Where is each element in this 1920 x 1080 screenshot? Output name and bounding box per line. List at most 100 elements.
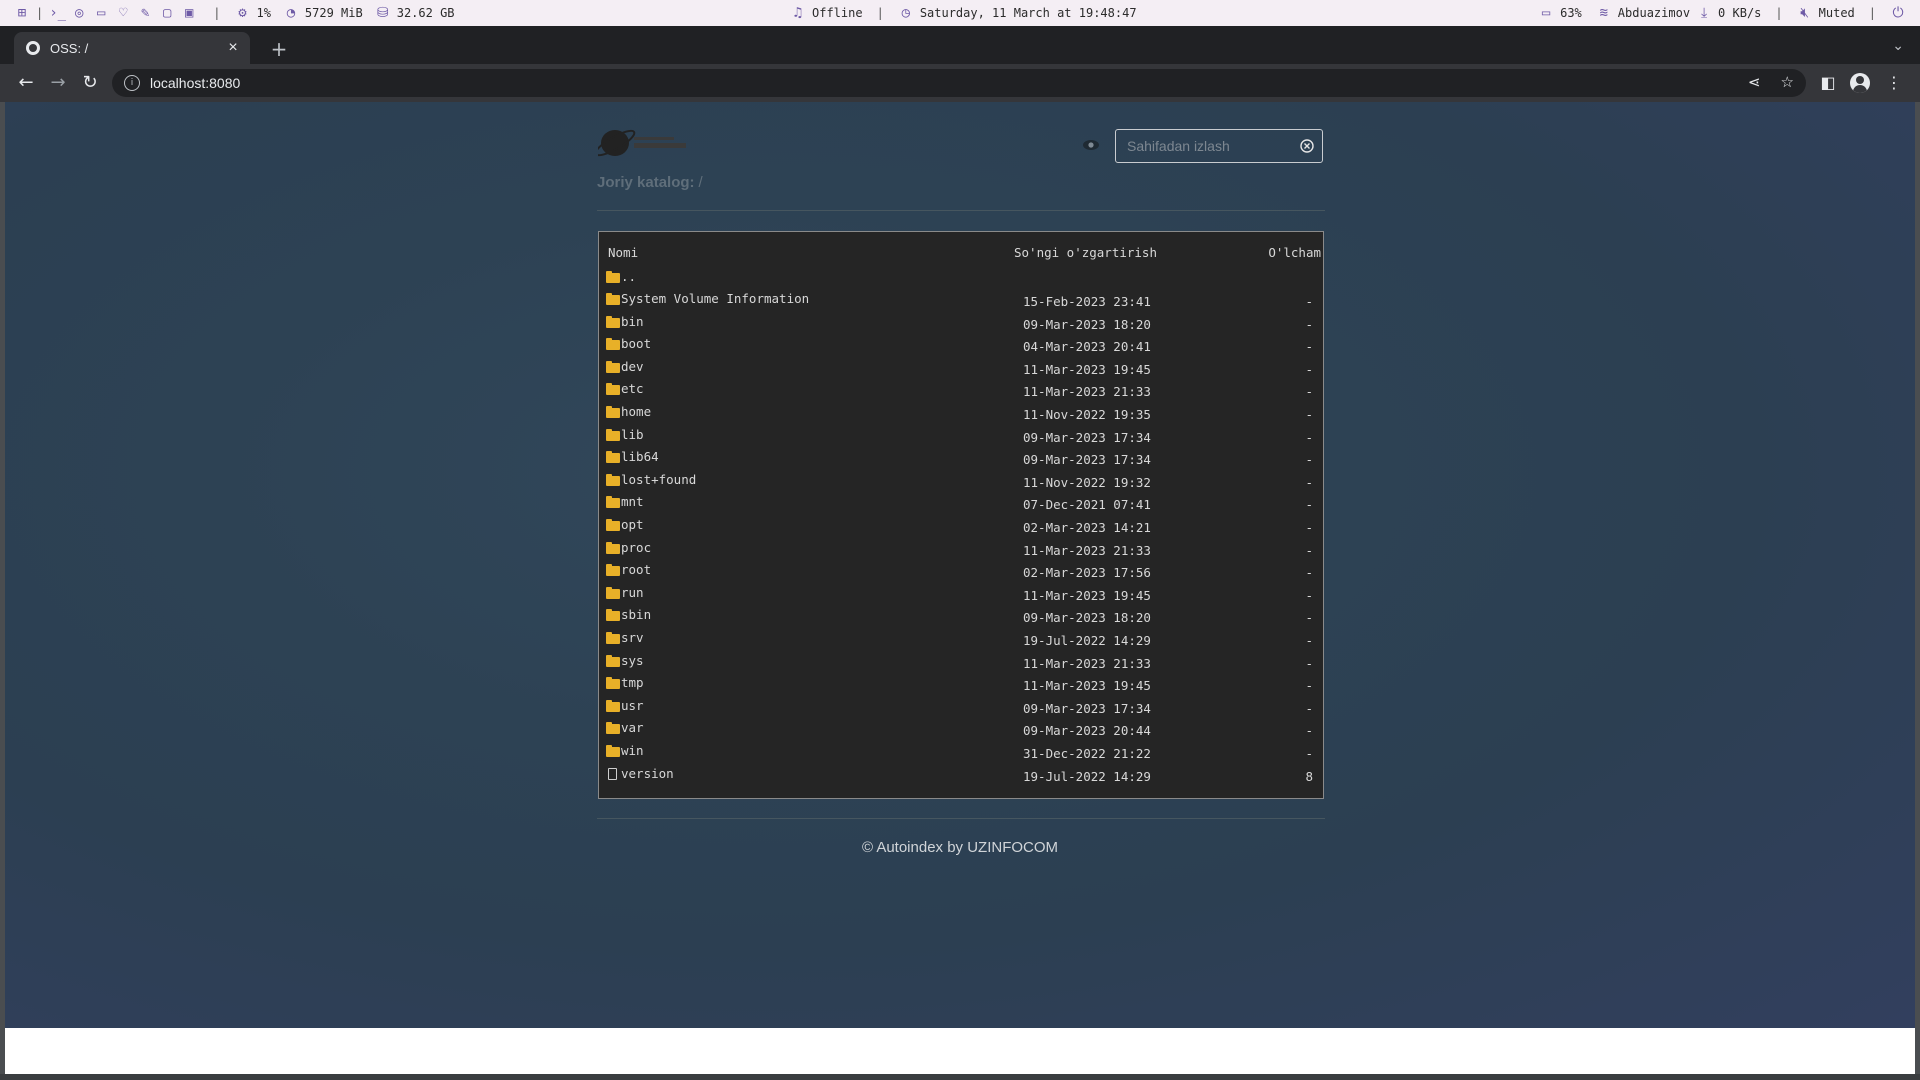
entry-name[interactable]: win	[621, 743, 644, 758]
folder-icon	[606, 564, 620, 577]
entry-name[interactable]: System Volume Information	[621, 291, 809, 306]
list-item[interactable]: lib 09-Mar-2023 17:34 -	[599, 425, 1323, 447]
entry-modified: 09-Mar-2023 17:34	[1023, 700, 1151, 716]
list-item[interactable]: lost+found 11-Nov-2022 19:32 -	[599, 470, 1323, 492]
volume-muted-icon[interactable]: 🔇︎	[1797, 5, 1813, 21]
list-item[interactable]: version 19-Jul-2022 14:29 8	[599, 764, 1323, 786]
editor-icon[interactable]: ✎	[137, 5, 153, 21]
tab-strip: OSS: / × + ⌄	[0, 26, 1920, 64]
list-item[interactable]: System Volume Information 15-Feb-2023 23:…	[599, 289, 1323, 311]
entry-name[interactable]: usr	[621, 698, 644, 713]
browser-tab[interactable]: OSS: / ×	[14, 32, 250, 64]
entry-name[interactable]: etc	[621, 381, 644, 396]
display-icon[interactable]: ▣	[181, 5, 197, 21]
tab-search-icon[interactable]: ⌄	[1892, 38, 1904, 54]
entry-size: -	[1305, 407, 1313, 422]
list-item[interactable]: proc 11-Mar-2023 21:33 -	[599, 538, 1323, 560]
entry-name[interactable]: sys	[621, 653, 644, 668]
parent-directory-row[interactable]: ..	[599, 267, 1323, 289]
url-text[interactable]: localhost:8080	[150, 75, 240, 91]
list-item[interactable]: var 09-Mar-2023 20:44 -	[599, 718, 1323, 740]
gitlab-icon[interactable]: ♡	[115, 5, 131, 21]
entry-name[interactable]: lost+found	[621, 472, 696, 487]
entry-name[interactable]: home	[621, 404, 651, 419]
entry-name[interactable]: ..	[621, 269, 636, 284]
entry-size: -	[1305, 746, 1313, 761]
entry-name[interactable]: srv	[621, 630, 644, 645]
entry-name[interactable]: lib	[621, 427, 644, 442]
list-item[interactable]: mnt 07-Dec-2021 07:41 -	[599, 492, 1323, 514]
site-info-icon[interactable]: i	[124, 75, 140, 91]
wifi-name[interactable]: Abduazimov	[1618, 6, 1690, 20]
list-item[interactable]: bin 09-Mar-2023 18:20 -	[599, 312, 1323, 334]
column-header-modified[interactable]: So'ngi o'zgartirish	[1014, 245, 1157, 260]
entry-modified: 11-Mar-2023 19:45	[1023, 587, 1151, 603]
entry-name[interactable]: bin	[621, 314, 644, 329]
entry-name[interactable]: lib64	[621, 449, 659, 464]
list-item[interactable]: root 02-Mar-2023 17:56 -	[599, 560, 1323, 582]
entry-name[interactable]: dev	[621, 359, 644, 374]
eye-icon[interactable]	[1081, 137, 1101, 153]
file-icon	[606, 767, 620, 780]
list-item[interactable]: sbin 09-Mar-2023 18:20 -	[599, 605, 1323, 627]
share-icon[interactable]: ⋖	[1748, 73, 1761, 91]
separator: |	[876, 6, 884, 20]
terminal-icon[interactable]: ›_	[49, 5, 66, 21]
list-item[interactable]: lib64 09-Mar-2023 17:34 -	[599, 447, 1323, 469]
entry-name[interactable]: tmp	[621, 675, 644, 690]
entry-name[interactable]: root	[621, 562, 651, 577]
list-item[interactable]: etc 11-Mar-2023 21:33 -	[599, 379, 1323, 401]
list-item[interactable]: opt 02-Mar-2023 14:21 -	[599, 515, 1323, 537]
entry-size: -	[1305, 678, 1313, 694]
folder-icon	[606, 745, 620, 757]
list-item[interactable]: boot 04-Mar-2023 20:41 -	[599, 334, 1323, 356]
volume-status[interactable]: Muted	[1819, 6, 1855, 20]
reload-button[interactable]: ↻	[78, 71, 102, 95]
column-header-size[interactable]: O'lcham	[1268, 245, 1321, 260]
menu-kebab-icon[interactable]: ⋮	[1882, 71, 1906, 95]
list-item[interactable]: tmp 11-Mar-2023 19:45 -	[599, 673, 1323, 695]
list-item[interactable]: dev 11-Mar-2023 19:45 -	[599, 357, 1323, 379]
monitor-icon[interactable]: ▢	[159, 5, 175, 21]
entry-size: -	[1305, 655, 1313, 671]
wifi-icon: ≋	[1599, 5, 1609, 21]
entry-name[interactable]: run	[621, 585, 644, 600]
list-item[interactable]: run 11-Mar-2023 19:45 -	[599, 583, 1323, 605]
side-panel-icon[interactable]: ◧	[1816, 71, 1840, 95]
clear-search-icon[interactable]	[1300, 139, 1314, 153]
folder-icon	[606, 632, 620, 644]
close-tab-button[interactable]: ×	[222, 39, 244, 57]
entry-name[interactable]: opt	[621, 517, 644, 532]
column-header-name[interactable]: Nomi	[608, 245, 638, 260]
back-button[interactable]: ←	[14, 71, 38, 95]
entry-name[interactable]: proc	[621, 540, 651, 555]
list-item[interactable]: sys 11-Mar-2023 21:33 -	[599, 651, 1323, 673]
browser-icon[interactable]: ◎	[71, 5, 87, 21]
folder-icon[interactable]: ▭	[93, 5, 109, 21]
entry-name[interactable]: var	[621, 720, 644, 735]
breadcrumb-path-root[interactable]: /	[699, 174, 703, 191]
forward-button[interactable]: →	[46, 71, 70, 95]
list-item[interactable]: srv 19-Jul-2022 14:29 -	[599, 628, 1323, 650]
power-icon[interactable]: ⏻	[1890, 5, 1906, 21]
entry-modified: 09-Mar-2023 18:20	[1023, 316, 1151, 332]
bookmark-star-icon[interactable]: ☆	[1781, 73, 1794, 91]
entry-name[interactable]: boot	[621, 336, 651, 351]
new-tab-button[interactable]: +	[266, 36, 292, 62]
entry-name[interactable]: version	[621, 766, 674, 781]
list-item[interactable]: win 31-Dec-2022 21:22 -	[599, 741, 1323, 763]
profile-avatar[interactable]	[1850, 73, 1870, 93]
download-icon: ⤓	[1700, 5, 1708, 21]
clock[interactable]: Saturday, 11 March at 19:48:47	[920, 6, 1137, 20]
search-box[interactable]	[1115, 129, 1323, 163]
list-item[interactable]: home 11-Nov-2022 19:35 -	[599, 402, 1323, 424]
entry-size: -	[1305, 633, 1313, 648]
cpu-usage: 1%	[256, 6, 271, 20]
entry-name[interactable]: sbin	[621, 607, 651, 622]
list-item[interactable]: usr 09-Mar-2023 17:34 -	[599, 696, 1323, 718]
search-input[interactable]	[1116, 130, 1297, 162]
address-bar[interactable]: i localhost:8080 ⋖ ☆	[112, 69, 1806, 97]
entry-size: -	[1305, 520, 1313, 535]
entry-name[interactable]: mnt	[621, 494, 644, 509]
apps-grid-icon[interactable]: ⊞	[14, 5, 30, 21]
